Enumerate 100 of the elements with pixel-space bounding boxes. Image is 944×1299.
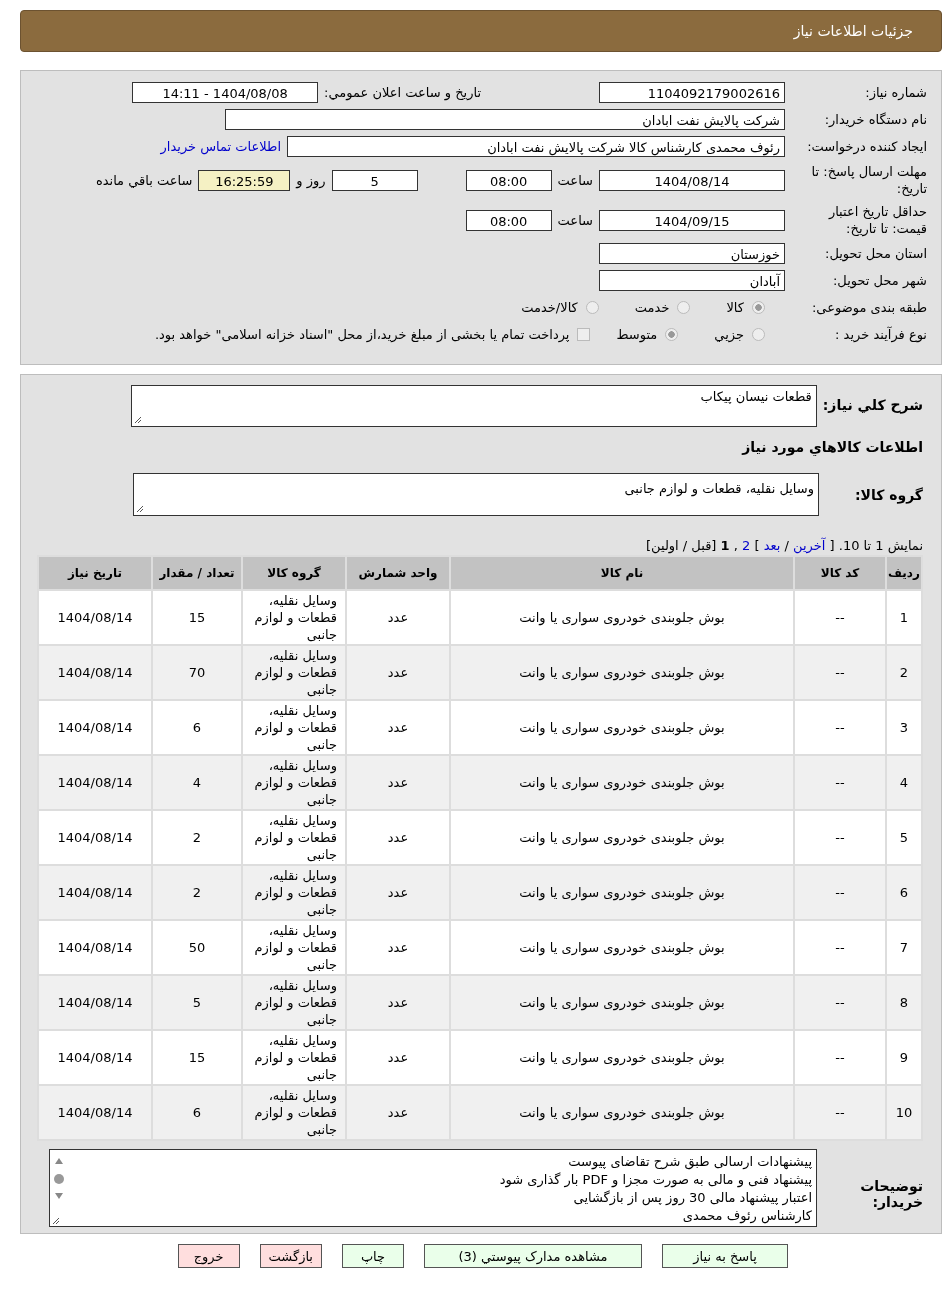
table-cell: عدد [346, 975, 450, 1030]
notes-line: پیشنهادات ارسالی طبق شرح تقاضای پیوست [567, 1153, 812, 1171]
table-cell: -- [794, 755, 886, 810]
radio-label: جزيي [714, 327, 744, 342]
pagination-text: [قبل / اولین] [646, 538, 717, 553]
table-cell: وسایل نقلیه، قطعات و لوازم جانبی [242, 1085, 346, 1140]
action-button[interactable]: مشاهده مدارک پیوستي (3) [424, 1244, 642, 1268]
table-cell: وسایل نقلیه، قطعات و لوازم جانبی [242, 645, 346, 700]
pagination-link[interactable]: آخرین [793, 538, 826, 553]
table-cell: -- [794, 1085, 886, 1140]
time-label: ساعت [557, 212, 593, 228]
pagination-link[interactable]: بعد [763, 538, 781, 553]
notes-line: پیشنهاد فنی و مالی به صورت مجزا و PDF بار گذاری شود [498, 1171, 812, 1189]
table-cell: 8 [886, 975, 922, 1030]
buyer-field[interactable]: شرکت پالايش نفت ابادان [225, 109, 785, 130]
column-header: واحد شمارش [346, 556, 450, 590]
notes-line: اعتبار پیشنهاد مالی 30 روز پس از بازگشایی [572, 1189, 812, 1207]
column-header: نام کالا [450, 556, 794, 590]
table-cell: 6 [886, 865, 922, 920]
column-header: رديف [886, 556, 922, 590]
column-header: کد کالا [794, 556, 886, 590]
action-button[interactable]: پاسخ به نیاز [662, 1244, 788, 1268]
table-cell: عدد [346, 645, 450, 700]
field-label: گروه کالا: [853, 486, 923, 503]
table-cell: 4 [886, 755, 922, 810]
table-cell: 1404/08/14 [38, 755, 152, 810]
table-cell: 2 [886, 645, 922, 700]
table-cell: 6 [152, 1085, 242, 1140]
table-cell: عدد [346, 865, 450, 920]
resize-grip-icon[interactable] [136, 505, 144, 513]
table-cell: وسایل نقلیه، قطعات و لوازم جانبی [242, 975, 346, 1030]
table-cell: بوش جلوبندی خودروی سواری یا وانت [450, 1085, 794, 1140]
table-cell: بوش جلوبندی خودروی سواری یا وانت [450, 865, 794, 920]
current-page: 1 [720, 538, 730, 553]
table-cell: 1404/08/14 [38, 865, 152, 920]
field-label: استان محل تحویل: [824, 245, 927, 262]
days-field[interactable]: 5 [331, 169, 418, 191]
description-field[interactable]: قطعات نیسان پیکاب [130, 385, 817, 427]
validity-time-field[interactable]: 08:00 [465, 209, 552, 231]
pagination-text: / [784, 538, 789, 553]
field-label: تاريخ و ساعت اعلان عمومي: [324, 85, 481, 100]
buyer-notes-field[interactable]: پیشنهادات ارسالی طبق شرح تقاضای پیوست پیشنهاد فنی و مالی به صورت مجزا و PDF بار گذاری شود اعتبار پیشنهاد مالی 30 روز پس از بازگشایی کارشناس رئوف محمدی [49, 1149, 817, 1227]
radio-button[interactable] [665, 328, 679, 341]
field-label: ايجاد کننده درخواست: [806, 138, 927, 155]
action-button[interactable]: بازگشت [259, 1244, 322, 1268]
notes-line: کارشناس رئوف محمدی [681, 1207, 812, 1225]
table-cell: عدد [346, 755, 450, 810]
table-cell: 1404/08/14 [38, 975, 152, 1030]
table-cell: وسایل نقلیه، قطعات و لوازم جانبی [242, 865, 346, 920]
table-cell: 1404/08/14 [38, 1085, 152, 1140]
table-cell: بوش جلوبندی خودروی سواری یا وانت [450, 645, 794, 700]
column-header: تاريخ نياز [38, 556, 152, 590]
deadline-date-field[interactable]: 1404/08/14 [599, 169, 785, 191]
field-label: نام دستگاه خريدار: [823, 111, 927, 128]
province-field[interactable]: خوزستان [599, 243, 785, 264]
action-button[interactable]: خروج [177, 1244, 240, 1268]
table-cell: بوش جلوبندی خودروی سواری یا وانت [450, 975, 794, 1030]
radio-label: خدمت [634, 300, 670, 315]
checkbox[interactable] [577, 328, 591, 341]
column-header: تعداد / مقدار [152, 556, 242, 590]
pagination-text: ] [754, 538, 760, 553]
field-label: شرح کلي نياز: [821, 397, 923, 413]
radio-label: کالا/خدمت [521, 300, 578, 315]
announce-date-field[interactable]: 1404/08/08 - 14:11 [132, 82, 319, 103]
radio-button[interactable] [677, 301, 691, 314]
table-cell: 5 [152, 975, 242, 1030]
city-field[interactable]: آبادان [599, 270, 785, 291]
table-cell: 10 [886, 1085, 922, 1140]
table-cell: 2 [152, 865, 242, 920]
radio-button[interactable] [752, 301, 765, 314]
pagination-text: , [733, 538, 738, 553]
creator-field[interactable]: رئوف محمدی کارشناس کالا شرکت پالایش نفت ابادان [287, 136, 785, 157]
table-cell: عدد [346, 1085, 450, 1140]
radio-label: متوسط [616, 327, 658, 342]
validity-date-field[interactable]: 1404/09/15 [599, 209, 785, 231]
table-cell: 70 [152, 645, 242, 700]
field-label: شهر محل تحویل: [831, 272, 927, 289]
table-cell: 1404/08/14 [38, 645, 152, 700]
goods-group-field[interactable]: وسایل نقلیه، قطعات و لوازم جانبی [133, 473, 819, 516]
deadline-time-field[interactable]: 08:00 [465, 169, 552, 191]
resize-grip-icon[interactable] [133, 416, 142, 424]
remaining-time-field: 16:25:59 [198, 169, 291, 191]
pagination-link[interactable]: 2 [742, 538, 751, 553]
field-label: توضیحات خریدار: [859, 1178, 923, 1210]
field-label: طبقه بندی موضوعی: [810, 299, 927, 316]
time-label: ساعت [557, 172, 593, 188]
need-number-field[interactable]: 1104092179002616 [599, 82, 785, 103]
field-label: مهلت ارسال پاسخ: تا تاریخ: [810, 163, 927, 197]
action-button[interactable]: چاپ [342, 1244, 404, 1268]
radio-label: کالا [726, 300, 744, 315]
payment-note: پرداخت تمام یا بخشی از مبلغ خرید،از محل "اسناد خزانه اسلامی" خواهد بود. [154, 327, 570, 342]
remaining-label: ساعت باقي مانده [95, 172, 193, 188]
radio-button[interactable] [752, 328, 765, 341]
table-cell: -- [794, 865, 886, 920]
radio-button[interactable] [585, 301, 599, 314]
field-label: شماره نیاز: [864, 84, 927, 101]
pagination-text: نمایش 1 تا 10. [ [829, 538, 923, 553]
buyer-contact-link[interactable]: اطلاعات تماس خريدار [160, 139, 281, 154]
field-label: حداقل تاریخ اعتبار قیمت: تا تاریخ: [827, 203, 927, 237]
page-title: جزئیات اطلاعات نیاز [793, 23, 913, 39]
